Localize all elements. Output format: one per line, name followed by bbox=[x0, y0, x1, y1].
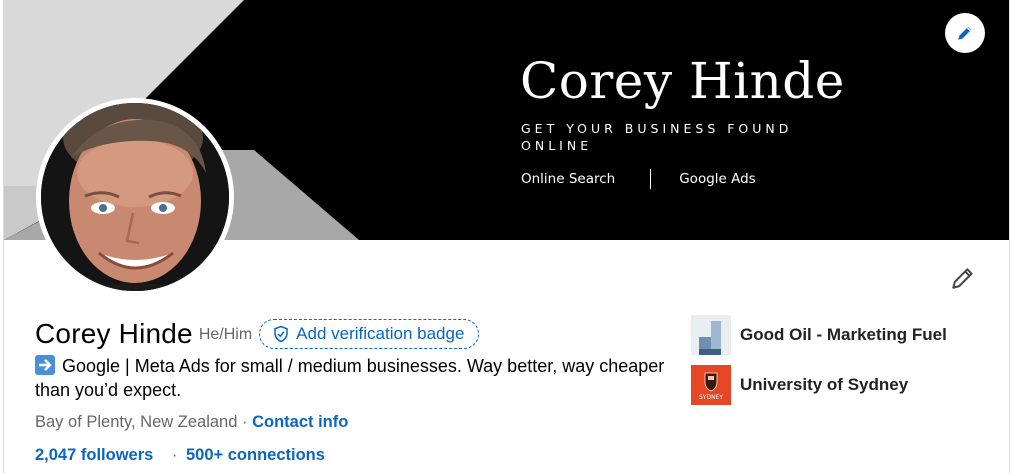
profile-headline: Google | Meta Ads for small / medium bus… bbox=[35, 354, 675, 402]
verification-label: Add verification badge bbox=[296, 324, 465, 343]
headline-text: Google | Meta Ads for small / medium bus… bbox=[35, 356, 665, 400]
banner-title: Corey Hinde bbox=[520, 52, 845, 110]
followers-link[interactable]: 2,047 followers bbox=[35, 446, 153, 464]
banner-separator bbox=[650, 169, 652, 189]
avatar-face-illustration bbox=[41, 103, 229, 291]
add-verification-badge-button[interactable]: Add verification badge bbox=[259, 319, 480, 349]
name-row: Corey Hinde He/Him Add verification badg… bbox=[35, 318, 480, 350]
connections-link[interactable]: 500+ connections bbox=[186, 446, 325, 464]
edit-intro-button[interactable] bbox=[947, 262, 979, 294]
university-of-sydney-logo: SYDNEY bbox=[691, 365, 731, 405]
profile-organizations: Good Oil - Marketing Fuel SYDNEY Univers… bbox=[691, 314, 947, 414]
banner-link-google-ads: Google Ads bbox=[679, 171, 756, 187]
avatar-photo bbox=[41, 103, 229, 291]
profile-avatar[interactable] bbox=[36, 98, 234, 296]
org-name: University of Sydney bbox=[740, 375, 909, 394]
profile-card: Corey Hinde GET YOUR BUSINESS FOUND ONLI… bbox=[3, 0, 1010, 473]
stats-separator: · bbox=[171, 446, 182, 464]
pencil-icon bbox=[958, 27, 971, 40]
profile-pronouns: He/Him bbox=[198, 326, 253, 343]
banner-links: Online Search Google Ads bbox=[521, 168, 756, 190]
location-row: Bay of Plenty, New Zealand · Contact inf… bbox=[35, 413, 348, 432]
location-separator: · bbox=[241, 413, 253, 431]
org-name: Good Oil - Marketing Fuel bbox=[740, 325, 947, 344]
pencil-icon bbox=[952, 268, 973, 289]
profile-name: Corey Hinde bbox=[35, 318, 193, 349]
svg-text:SYDNEY: SYDNEY bbox=[699, 394, 723, 401]
banner-link-online-search: Online Search bbox=[521, 171, 616, 187]
banner-tagline: GET YOUR BUSINESS FOUND ONLINE bbox=[521, 121, 793, 153]
edit-banner-button[interactable] bbox=[945, 13, 985, 53]
shield-check-icon bbox=[274, 325, 288, 343]
profile-location: Bay of Plenty, New Zealand bbox=[35, 413, 238, 431]
org-good-oil[interactable]: Good Oil - Marketing Fuel bbox=[691, 314, 947, 356]
contact-info-link[interactable]: Contact info bbox=[252, 413, 348, 431]
good-oil-logo bbox=[691, 315, 731, 355]
right-arrow-emoji-icon bbox=[35, 355, 55, 375]
org-university-of-sydney[interactable]: SYDNEY University of Sydney bbox=[691, 364, 947, 406]
network-stats: 2,047 followers · 500+ connections bbox=[35, 446, 325, 465]
